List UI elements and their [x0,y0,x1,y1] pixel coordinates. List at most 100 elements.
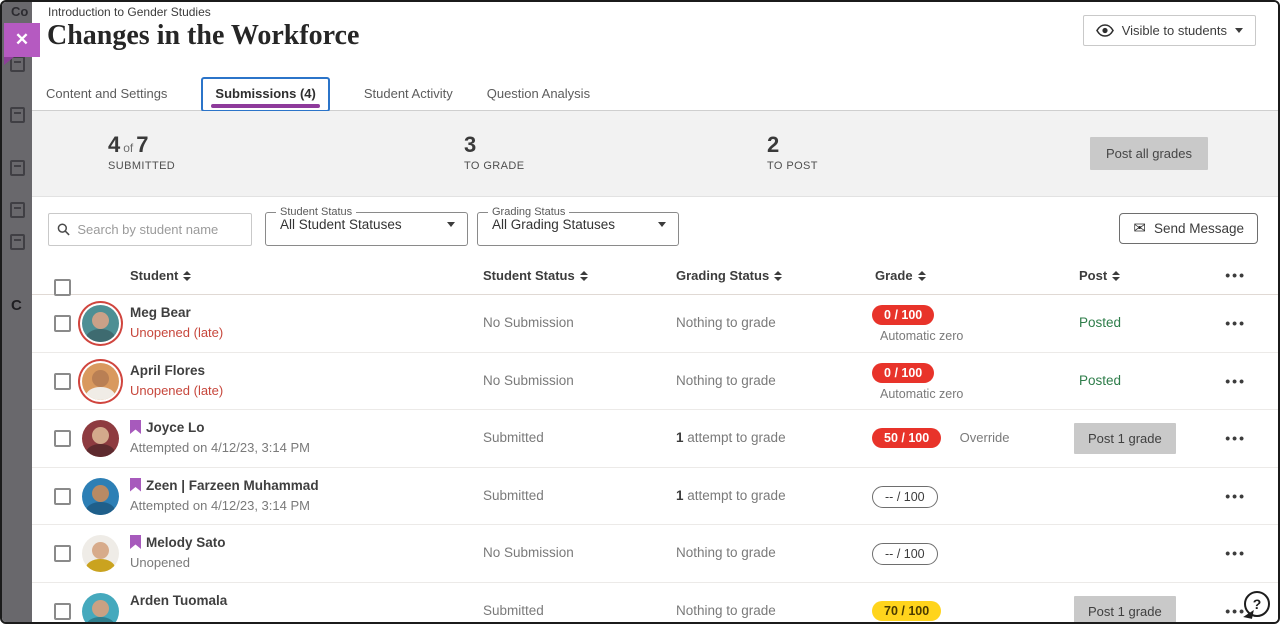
chevron-down-icon [1235,28,1243,33]
post-all-grades-button[interactable]: Post all grades [1090,137,1208,170]
row-checkbox[interactable] [54,545,71,562]
grading-status-cell: Nothing to grade [676,603,776,618]
grade-pill[interactable]: -- / 100 [872,486,938,508]
table-row: Melody Sato Unopened No Submission Nothi… [32,525,1278,583]
grade-pill[interactable]: 50 / 100 [872,428,941,448]
grade-cell: -- / 100 [872,486,938,508]
visibility-label: Visible to students [1122,23,1227,38]
column-header-grading-status[interactable]: Grading Status [676,268,782,283]
grading-status-value: All Grading Statuses [492,217,615,232]
row-menu-button[interactable]: ••• [1225,430,1246,446]
grade-cell: 70 / 100 [872,601,941,621]
help-button[interactable]: ? [1244,591,1270,617]
row-checkbox[interactable] [54,430,71,447]
main-content: Introduction to Gender Studies Changes i… [32,2,1278,622]
close-icon: ✕ [15,30,29,50]
avatar[interactable] [82,420,119,457]
grade-pill[interactable]: 0 / 100 [872,363,934,383]
grade-pill[interactable]: 0 / 100 [872,305,934,325]
column-header-student-status[interactable]: Student Status [483,268,588,283]
page-title: Changes in the Workforce [47,20,359,52]
search-input[interactable] [77,222,243,237]
submission-subline: Unopened (late) [130,325,223,340]
avatar[interactable] [82,593,119,624]
table-row: Meg Bear Unopened (late) No Submission N… [32,295,1278,353]
student-status-cell: Submitted [483,603,544,618]
table-menu-button[interactable]: ••• [1225,267,1246,283]
to-post-caption: TO POST [767,160,818,172]
collapsed-sidebar: Co C [2,2,32,622]
sort-icon [1112,271,1120,281]
pencil-icon [10,202,25,218]
search-box[interactable] [48,213,252,246]
app-window: Co C ✕ Introduction to Gender Studies Ch… [0,0,1280,624]
post-grade-button[interactable]: Post 1 grade [1074,423,1176,454]
student-status-cell: Submitted [483,488,544,503]
override-label: Override [960,430,1010,445]
visibility-dropdown[interactable]: Visible to students [1083,15,1256,46]
grade-note: Automatic zero [880,329,963,343]
student-status-select[interactable]: Student Status All Student Statuses [265,206,468,246]
avatar[interactable] [82,478,119,515]
student-name-link[interactable]: Melody Sato [146,535,226,550]
avatar[interactable] [82,535,119,572]
student-status-cell: No Submission [483,545,574,560]
tab-question-analysis[interactable]: Question Analysis [487,86,590,101]
column-header-grade[interactable]: Grade [875,268,926,283]
grading-status-cell: 1 attempt to grade [676,488,786,503]
student-name-link[interactable]: Zeen | Farzeen Muhammad [146,478,319,493]
bookmark-flag-icon [130,478,141,492]
row-menu-button[interactable]: ••• [1225,315,1246,331]
sort-icon [580,271,588,281]
row-checkbox[interactable] [54,315,71,332]
stat-to-grade: 3 TO GRADE [464,132,524,172]
student-status-cell: No Submission [483,315,574,330]
of-label: of [120,141,136,155]
search-icon [57,222,70,237]
student-name-link[interactable]: Meg Bear [130,305,191,320]
table-row: Arden Tuomala Submitted Nothing to grade… [32,583,1278,624]
student-name-link[interactable]: Arden Tuomala [130,593,227,608]
sort-icon [183,271,191,281]
row-menu-button[interactable]: ••• [1225,488,1246,504]
bookmark-flag-icon [130,420,141,434]
submission-subline: Attempted on 4/12/23, 3:14 PM [130,440,310,455]
filter-row: Student Status All Student Statuses Grad… [32,197,1278,259]
submitted-total: 7 [136,132,148,157]
building-icon [10,234,25,250]
grading-status-cell: Nothing to grade [676,315,776,330]
row-menu-button[interactable]: ••• [1225,373,1246,389]
grade-pill[interactable]: 70 / 100 [872,601,941,621]
row-checkbox[interactable] [54,373,71,390]
avatar[interactable] [82,363,119,400]
close-panel-button[interactable]: ✕ [4,23,40,57]
tab-submissions[interactable]: Submissions (4) [201,77,329,112]
grade-cell: 50 / 100 Override [872,428,1010,448]
sidebar-clipped-text-2: C [11,297,22,314]
chevron-down-icon [447,222,455,227]
grade-header-label: Grade [875,268,913,283]
gradebook-icon [10,160,25,176]
grade-note: Automatic zero [880,387,963,401]
row-menu-button[interactable]: ••• [1225,545,1246,561]
select-all-checkbox[interactable] [54,279,71,296]
student-status-header-label: Student Status [483,268,575,283]
student-name-link[interactable]: April Flores [130,363,205,378]
tab-content-and-settings[interactable]: Content and Settings [46,86,167,101]
tab-student-activity[interactable]: Student Activity [364,86,453,101]
send-message-label: Send Message [1154,221,1244,236]
row-checkbox[interactable] [54,603,71,620]
column-header-student[interactable]: Student [130,268,191,283]
send-message-button[interactable]: ✉ Send Message [1119,213,1258,244]
column-header-post[interactable]: Post [1079,268,1120,283]
submission-subline: Attempted on 4/12/23, 3:14 PM [130,498,319,513]
grading-status-select[interactable]: Grading Status All Grading Statuses [477,206,679,246]
question-mark-icon: ? [1253,596,1262,612]
grade-pill[interactable]: -- / 100 [872,543,938,565]
grading-status-cell: Nothing to grade [676,373,776,388]
avatar[interactable] [82,305,119,342]
post-grade-button[interactable]: Post 1 grade [1074,596,1176,624]
table-row: Joyce Lo Attempted on 4/12/23, 3:14 PM S… [32,410,1278,468]
student-name-link[interactable]: Joyce Lo [146,420,205,435]
row-checkbox[interactable] [54,488,71,505]
